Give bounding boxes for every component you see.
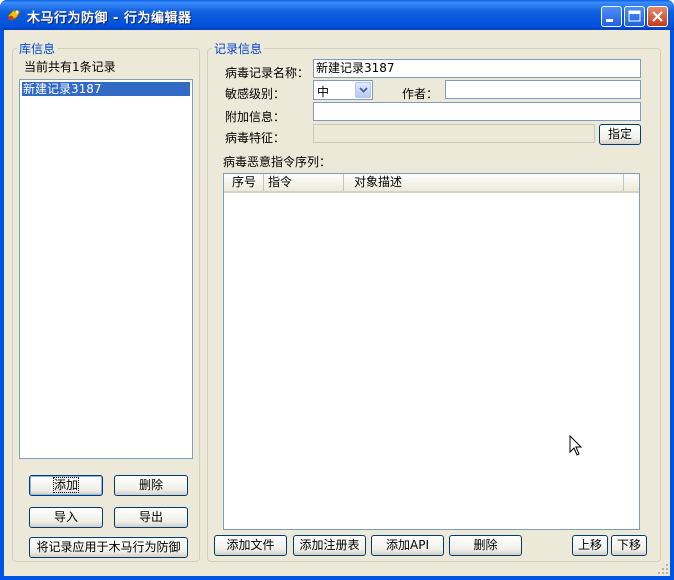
move-up-label: 上移 bbox=[577, 538, 602, 552]
import-button[interactable]: 导入 bbox=[29, 507, 103, 528]
record-name-input[interactable]: 新建记录3187 bbox=[313, 59, 641, 78]
sequence-label: 病毒恶意指令序列： bbox=[223, 155, 332, 169]
window-title: 木马行为防御 - 行为编辑器 bbox=[27, 11, 192, 26]
add-registry-label: 添加注册表 bbox=[299, 538, 360, 552]
author-label: 作者： bbox=[402, 87, 439, 101]
library-legend: 库信息 bbox=[19, 42, 56, 56]
author-input[interactable] bbox=[445, 80, 641, 99]
export-button[interactable]: 导出 bbox=[114, 507, 188, 528]
app-icon bbox=[7, 9, 21, 21]
level-label: 敏感级别： bbox=[225, 87, 286, 101]
record-legend: 记录信息 bbox=[214, 42, 263, 56]
close-icon bbox=[652, 11, 663, 22]
delete-record-button[interactable]: 删除 bbox=[114, 475, 188, 496]
signature-input bbox=[313, 124, 595, 143]
extra-info-label: 附加信息： bbox=[225, 110, 286, 124]
add-api-button[interactable]: 添加API bbox=[371, 535, 444, 556]
export-label: 导出 bbox=[138, 510, 163, 524]
minimize-button[interactable] bbox=[601, 6, 622, 27]
mouse-cursor-icon bbox=[569, 435, 583, 456]
signature-label: 病毒特征： bbox=[225, 131, 286, 145]
move-down-button[interactable]: 下移 bbox=[611, 535, 647, 556]
level-select[interactable]: 中 bbox=[313, 80, 373, 100]
maximize-button[interactable] bbox=[624, 6, 645, 27]
resize-grip-icon[interactable] bbox=[657, 563, 669, 575]
maximize-icon bbox=[628, 10, 641, 22]
record-count-text: 当前共有1条记录 bbox=[24, 60, 116, 74]
column-header-instruction[interactable]: 指令 bbox=[264, 174, 344, 191]
add-record-label: 添加 bbox=[52, 477, 80, 493]
extra-info-input[interactable] bbox=[313, 102, 641, 121]
import-label: 导入 bbox=[53, 510, 78, 524]
list-header: 序号 指令 对象描述 bbox=[224, 174, 639, 193]
assign-signature-label: 指定 bbox=[607, 127, 632, 141]
add-file-label: 添加文件 bbox=[226, 538, 275, 552]
minimize-icon bbox=[606, 19, 613, 22]
column-header-object[interactable]: 对象描述 bbox=[344, 174, 624, 191]
assign-signature-button[interactable]: 指定 bbox=[599, 124, 641, 145]
move-up-button[interactable]: 上移 bbox=[572, 535, 608, 556]
record-name-label: 病毒记录名称： bbox=[225, 66, 310, 80]
add-file-button[interactable]: 添加文件 bbox=[214, 535, 287, 556]
app-window: 木马行为防御 - 行为编辑器 库信息 当前共有1条记录 新建记录3187 添加 … bbox=[0, 0, 674, 580]
delete-instruction-label: 删除 bbox=[473, 538, 498, 552]
delete-record-label: 删除 bbox=[138, 478, 163, 492]
apply-to-defense-label: 将记录应用于木马行为防御 bbox=[36, 540, 181, 554]
move-down-label: 下移 bbox=[616, 538, 641, 552]
level-dropdown-button[interactable] bbox=[355, 82, 371, 98]
instruction-list[interactable]: 序号 指令 对象描述 bbox=[223, 173, 640, 530]
add-registry-button[interactable]: 添加注册表 bbox=[293, 535, 366, 556]
close-button[interactable] bbox=[647, 6, 668, 27]
level-value: 中 bbox=[317, 85, 330, 99]
title-bar[interactable]: 木马行为防御 - 行为编辑器 bbox=[0, 0, 674, 30]
apply-to-defense-button[interactable]: 将记录应用于木马行为防御 bbox=[29, 537, 188, 558]
add-record-button[interactable]: 添加 bbox=[29, 475, 103, 496]
record-list[interactable]: 新建记录3187 bbox=[19, 79, 193, 459]
list-item[interactable]: 新建记录3187 bbox=[22, 82, 190, 96]
add-api-label: 添加API bbox=[386, 538, 429, 552]
client-area: 库信息 当前共有1条记录 新建记录3187 添加 删除 导入 导出 将记录应用于… bbox=[4, 30, 670, 576]
column-header-index[interactable]: 序号 bbox=[228, 174, 264, 191]
delete-instruction-button[interactable]: 删除 bbox=[449, 535, 522, 556]
chevron-down-icon bbox=[358, 87, 368, 93]
